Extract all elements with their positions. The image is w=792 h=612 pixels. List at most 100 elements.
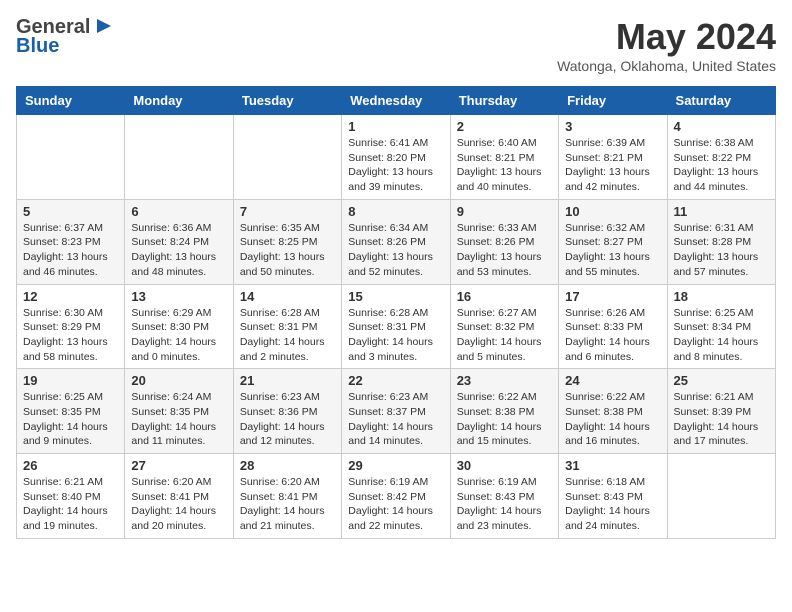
- col-header-sunday: Sunday: [17, 87, 125, 115]
- day-info: Sunrise: 6:20 AMSunset: 8:41 PMDaylight:…: [240, 475, 335, 534]
- day-info: Sunrise: 6:41 AMSunset: 8:20 PMDaylight:…: [348, 136, 443, 195]
- calendar-day-16: 16Sunrise: 6:27 AMSunset: 8:32 PMDayligh…: [450, 284, 558, 369]
- calendar-day-3: 3 Sunrise: 6:39 AMSunset: 8:21 PMDaylight…: [559, 115, 667, 200]
- day-info: Sunrise: 6:35 AMSunset: 8:25 PMDaylight:…: [240, 221, 335, 280]
- calendar-day-7: 7 Sunrise: 6:35 AMSunset: 8:25 PMDaylight…: [233, 199, 341, 284]
- day-info: Sunrise: 6:21 AMSunset: 8:40 PMDaylight:…: [23, 475, 118, 534]
- day-info: Sunrise: 6:38 AMSunset: 8:22 PMDaylight:…: [674, 136, 769, 195]
- logo-flag-icon: [93, 16, 115, 38]
- calendar-week-4: 19 Sunrise: 6:25 AMSunset: 8:35 PMDayligh…: [17, 369, 776, 454]
- col-header-saturday: Saturday: [667, 87, 775, 115]
- day-number: 15: [348, 289, 443, 304]
- col-header-tuesday: Tuesday: [233, 87, 341, 115]
- calendar-week-2: 5 Sunrise: 6:37 AMSunset: 8:23 PMDaylight…: [17, 199, 776, 284]
- day-number: 13: [131, 289, 226, 304]
- day-info: Sunrise: 6:28 AMSunset: 8:31 PMDaylight:…: [240, 306, 335, 365]
- day-info: Sunrise: 6:19 AMSunset: 8:43 PMDaylight:…: [457, 475, 552, 534]
- day-info: Sunrise: 6:30 AMSunset: 8:29 PMDaylight:…: [23, 306, 118, 365]
- calendar-day-24: 24 Sunrise: 6:22 AMSunset: 8:38 PMDayligh…: [559, 369, 667, 454]
- day-info: Sunrise: 6:40 AMSunset: 8:21 PMDaylight:…: [457, 136, 552, 195]
- calendar-day-26: 26 Sunrise: 6:21 AMSunset: 8:40 PMDayligh…: [17, 454, 125, 539]
- day-number: 26: [23, 458, 118, 473]
- calendar-week-1: 1 Sunrise: 6:41 AMSunset: 8:20 PMDaylight…: [17, 115, 776, 200]
- empty-cell: [667, 454, 775, 539]
- location-text: Watonga, Oklahoma, United States: [557, 58, 776, 74]
- day-info: Sunrise: 6:22 AMSunset: 8:38 PMDaylight:…: [565, 390, 660, 449]
- day-info: Sunrise: 6:25 AMSunset: 8:34 PMDaylight:…: [674, 306, 769, 365]
- calendar-day-8: 8Sunrise: 6:34 AMSunset: 8:26 PMDaylight…: [342, 199, 450, 284]
- day-info: Sunrise: 6:18 AMSunset: 8:43 PMDaylight:…: [565, 475, 660, 534]
- calendar-day-1: 1 Sunrise: 6:41 AMSunset: 8:20 PMDaylight…: [342, 115, 450, 200]
- logo: General Blue: [16, 16, 115, 58]
- day-number: 5: [23, 204, 118, 219]
- day-number: 1: [348, 119, 443, 134]
- empty-cell: [125, 115, 233, 200]
- calendar-day-17: 17Sunrise: 6:26 AMSunset: 8:33 PMDayligh…: [559, 284, 667, 369]
- day-number: 29: [348, 458, 443, 473]
- calendar-day-11: 11 Sunrise: 6:31 AMSunset: 8:28 PMDayligh…: [667, 199, 775, 284]
- month-title: May 2024: [557, 16, 776, 58]
- day-number: 3: [565, 119, 660, 134]
- day-info: Sunrise: 6:23 AMSunset: 8:36 PMDaylight:…: [240, 390, 335, 449]
- day-info: Sunrise: 6:36 AMSunset: 8:24 PMDaylight:…: [131, 221, 226, 280]
- day-number: 22: [348, 373, 443, 388]
- calendar-header-row: SundayMondayTuesdayWednesdayThursdayFrid…: [17, 87, 776, 115]
- calendar-day-18: 18 Sunrise: 6:25 AMSunset: 8:34 PMDayligh…: [667, 284, 775, 369]
- calendar-day-30: 30Sunrise: 6:19 AMSunset: 8:43 PMDayligh…: [450, 454, 558, 539]
- calendar-day-25: 25 Sunrise: 6:21 AMSunset: 8:39 PMDayligh…: [667, 369, 775, 454]
- calendar-day-29: 29Sunrise: 6:19 AMSunset: 8:42 PMDayligh…: [342, 454, 450, 539]
- day-number: 8: [348, 204, 443, 219]
- calendar-day-20: 20Sunrise: 6:24 AMSunset: 8:35 PMDayligh…: [125, 369, 233, 454]
- day-info: Sunrise: 6:20 AMSunset: 8:41 PMDaylight:…: [131, 475, 226, 534]
- day-number: 7: [240, 204, 335, 219]
- calendar-day-27: 27Sunrise: 6:20 AMSunset: 8:41 PMDayligh…: [125, 454, 233, 539]
- empty-cell: [233, 115, 341, 200]
- day-number: 6: [131, 204, 226, 219]
- day-info: Sunrise: 6:37 AMSunset: 8:23 PMDaylight:…: [23, 221, 118, 280]
- day-number: 2: [457, 119, 552, 134]
- page-header: General Blue May 2024 Watonga, Oklahoma,…: [16, 16, 776, 74]
- day-number: 11: [674, 204, 769, 219]
- day-number: 25: [674, 373, 769, 388]
- day-info: Sunrise: 6:28 AMSunset: 8:31 PMDaylight:…: [348, 306, 443, 365]
- day-info: Sunrise: 6:22 AMSunset: 8:38 PMDaylight:…: [457, 390, 552, 449]
- calendar-day-23: 23Sunrise: 6:22 AMSunset: 8:38 PMDayligh…: [450, 369, 558, 454]
- calendar-day-19: 19 Sunrise: 6:25 AMSunset: 8:35 PMDayligh…: [17, 369, 125, 454]
- day-number: 28: [240, 458, 335, 473]
- day-number: 20: [131, 373, 226, 388]
- day-number: 4: [674, 119, 769, 134]
- calendar-day-6: 6 Sunrise: 6:36 AMSunset: 8:24 PMDaylight…: [125, 199, 233, 284]
- day-number: 24: [565, 373, 660, 388]
- calendar-table: SundayMondayTuesdayWednesdayThursdayFrid…: [16, 86, 776, 539]
- day-info: Sunrise: 6:25 AMSunset: 8:35 PMDaylight:…: [23, 390, 118, 449]
- empty-cell: [17, 115, 125, 200]
- logo-blue-text: Blue: [16, 35, 59, 58]
- calendar-week-5: 26 Sunrise: 6:21 AMSunset: 8:40 PMDayligh…: [17, 454, 776, 539]
- day-info: Sunrise: 6:21 AMSunset: 8:39 PMDaylight:…: [674, 390, 769, 449]
- calendar-day-28: 28 Sunrise: 6:20 AMSunset: 8:41 PMDayligh…: [233, 454, 341, 539]
- calendar-day-13: 13 Sunrise: 6:29 AMSunset: 8:30 PMDayligh…: [125, 284, 233, 369]
- calendar-day-2: 2 Sunrise: 6:40 AMSunset: 8:21 PMDaylight…: [450, 115, 558, 200]
- day-number: 9: [457, 204, 552, 219]
- col-header-wednesday: Wednesday: [342, 87, 450, 115]
- day-info: Sunrise: 6:31 AMSunset: 8:28 PMDaylight:…: [674, 221, 769, 280]
- day-number: 19: [23, 373, 118, 388]
- calendar-day-21: 21Sunrise: 6:23 AMSunset: 8:36 PMDayligh…: [233, 369, 341, 454]
- title-area: May 2024 Watonga, Oklahoma, United State…: [557, 16, 776, 74]
- col-header-friday: Friday: [559, 87, 667, 115]
- day-info: Sunrise: 6:23 AMSunset: 8:37 PMDaylight:…: [348, 390, 443, 449]
- calendar-day-4: 4 Sunrise: 6:38 AMSunset: 8:22 PMDaylight…: [667, 115, 775, 200]
- day-number: 12: [23, 289, 118, 304]
- day-number: 17: [565, 289, 660, 304]
- calendar-week-3: 12 Sunrise: 6:30 AMSunset: 8:29 PMDayligh…: [17, 284, 776, 369]
- day-number: 14: [240, 289, 335, 304]
- day-number: 18: [674, 289, 769, 304]
- col-header-thursday: Thursday: [450, 87, 558, 115]
- calendar-day-5: 5 Sunrise: 6:37 AMSunset: 8:23 PMDaylight…: [17, 199, 125, 284]
- day-info: Sunrise: 6:39 AMSunset: 8:21 PMDaylight:…: [565, 136, 660, 195]
- calendar-day-14: 14 Sunrise: 6:28 AMSunset: 8:31 PMDayligh…: [233, 284, 341, 369]
- day-info: Sunrise: 6:27 AMSunset: 8:32 PMDaylight:…: [457, 306, 552, 365]
- day-info: Sunrise: 6:32 AMSunset: 8:27 PMDaylight:…: [565, 221, 660, 280]
- day-info: Sunrise: 6:29 AMSunset: 8:30 PMDaylight:…: [131, 306, 226, 365]
- calendar-day-9: 9Sunrise: 6:33 AMSunset: 8:26 PMDaylight…: [450, 199, 558, 284]
